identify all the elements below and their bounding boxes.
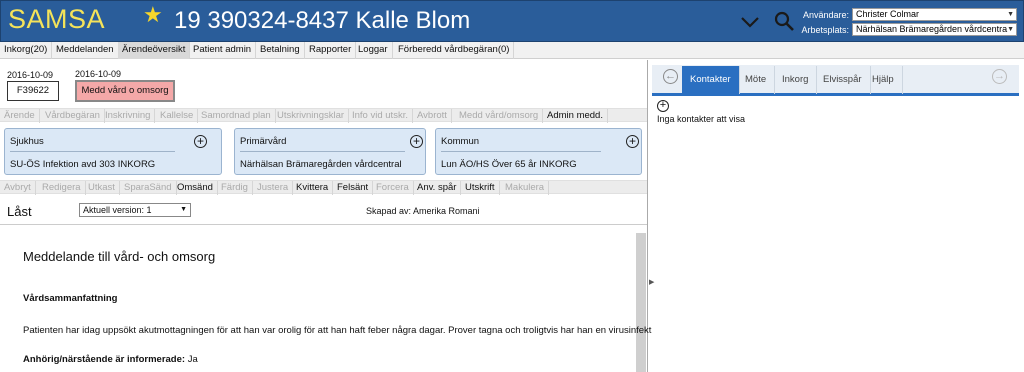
chevron-down-icon[interactable]	[739, 11, 761, 33]
tb-sparasand[interactable]: SparaSänd	[120, 181, 177, 195]
empty-contacts-text: Inga kontakter att visa	[657, 114, 746, 124]
divider	[10, 151, 175, 152]
dropdown-arrow-icon: ▼	[1007, 26, 1014, 33]
informed-value: Ja	[187, 354, 198, 365]
tb-avbrott[interactable]: Avbrott	[413, 109, 452, 123]
tb-utskrift[interactable]: Utskrift	[461, 181, 500, 195]
tb-inskrivning[interactable]: Inskrivning	[101, 109, 156, 123]
menu-inkorg[interactable]: Inkorg(20)	[0, 42, 53, 59]
tb-medd-vard-omsorg[interactable]: Medd vård/omsorg	[455, 109, 544, 123]
add-contact-icon[interactable]: +	[657, 100, 669, 112]
section-heading: Vårdsammanfattning	[23, 293, 118, 304]
card-value: Lun ÄO/HS Över 65 år INKORG	[441, 159, 577, 170]
card-title: Primärvård	[240, 136, 287, 147]
menu-forberedd-vardbegaran[interactable]: Förberedd vårdbegäran(0)	[394, 42, 515, 59]
add-circle-icon[interactable]: +	[626, 135, 639, 148]
version-select[interactable]: Aktuell version: 1 ▼	[79, 203, 191, 217]
tb-utskrivningsklar[interactable]: Utskrivningsklar	[273, 109, 350, 123]
divider	[441, 151, 601, 152]
menu-meddelanden[interactable]: Meddelanden	[52, 42, 119, 59]
menu-arendeoversikt[interactable]: Ärendeöversikt	[118, 42, 191, 59]
card-primarvard: Primärvård Närhälsan Brämaregården vårdc…	[234, 128, 426, 175]
tb-makulera[interactable]: Makulera	[501, 181, 550, 195]
card-title: Sjukhus	[10, 136, 44, 147]
message-toolbar: Avbryt Redigera Utkast SparaSänd Omsänd …	[0, 180, 647, 195]
workplace-select[interactable]: Närhälsan Brämaregården vårdcentra ▼	[852, 23, 1017, 36]
card-value: Närhälsan Brämaregården vårdcentral	[240, 159, 402, 170]
tb-justera[interactable]: Justera	[253, 181, 294, 195]
divider	[240, 151, 405, 152]
tb-felsant[interactable]: Felsänt	[333, 181, 374, 195]
user-select[interactable]: Christer Colmar ▼	[852, 8, 1017, 21]
workplace-value: Närhälsan Brämaregården vårdcentra	[856, 24, 1008, 34]
menu-patient-admin[interactable]: Patient admin	[189, 42, 257, 59]
menu-loggar[interactable]: Loggar	[354, 42, 393, 59]
tab-kontakter[interactable]: Kontakter	[682, 66, 740, 94]
workplace-label: Arbetsplats:	[801, 25, 849, 35]
dropdown-arrow-icon: ▼	[1007, 11, 1014, 18]
case-date-2: 2016-10-09	[75, 69, 122, 79]
version-value: Aktuell version: 1	[83, 205, 152, 215]
document-state: Låst	[7, 204, 32, 219]
tb-info-vid-utskr[interactable]: Info vid utskr.	[348, 109, 413, 123]
add-circle-icon[interactable]: +	[194, 135, 207, 148]
star-icon[interactable]: ★	[143, 2, 163, 28]
patient-title: 19 390324-8437 Kalle Blom	[174, 7, 471, 34]
tb-utkast[interactable]: Utkast	[84, 181, 120, 195]
menu-rapporter[interactable]: Rapporter	[305, 42, 357, 59]
tab-elvisspar[interactable]: Elvisspår	[815, 66, 871, 94]
user-value: Christer Colmar	[856, 9, 920, 19]
card-value: SU-ÖS Infektion avd 303 INKORG	[10, 159, 156, 170]
tb-samordnad-plan[interactable]: Samordnad plan	[197, 109, 276, 123]
tab-inkorg[interactable]: Inkorg	[774, 66, 818, 94]
app-logo: SAMSA	[8, 4, 106, 34]
forward-arrow-icon[interactable]: →	[992, 69, 1007, 84]
informed-label: Anhörig/närstående är informerade:	[23, 354, 186, 365]
case-toolbar: Ärende Vårdbegäran Inskrivning Kallelse …	[0, 108, 647, 123]
document-title: Meddelande till vård- och omsorg	[23, 249, 216, 264]
user-label: Användare:	[802, 10, 849, 20]
tb-omsand[interactable]: Omsänd	[173, 181, 218, 195]
dropdown-arrow-icon: ▼	[180, 206, 187, 213]
tb-admin-medd[interactable]: Admin medd.	[543, 109, 608, 123]
tb-forcera[interactable]: Forcera	[372, 181, 414, 195]
tb-redigera[interactable]: Redigera	[38, 181, 86, 195]
tb-vardbegaran[interactable]: Vårdbegäran	[41, 109, 105, 123]
case-id-box[interactable]: F39622	[7, 81, 59, 101]
side-panel	[652, 60, 1024, 372]
tb-kallelse[interactable]: Kallelse	[156, 109, 199, 123]
tb-fardig[interactable]: Färdig	[217, 181, 253, 195]
card-title: Kommun	[441, 136, 480, 147]
back-arrow-icon[interactable]: ←	[663, 69, 678, 84]
case-status-button[interactable]: Medd vård o omsorg	[75, 80, 175, 102]
created-by: Skapad av: Amerika Romani	[366, 206, 480, 216]
tab-mote[interactable]: Möte	[737, 66, 776, 94]
tab-hjalp[interactable]: Hjälp	[864, 66, 903, 94]
tb-arende[interactable]: Ärende	[0, 109, 40, 123]
document-scrollbar[interactable]	[636, 233, 646, 372]
section-text: Patienten har idag uppsökt akutmottagnin…	[23, 325, 667, 336]
tb-kvittera[interactable]: Kvittera	[292, 181, 334, 195]
tb-avbryt[interactable]: Avbryt	[0, 181, 36, 195]
app-header: SAMSA ★ 19 390324-8437 Kalle Blom Använd…	[0, 0, 1024, 42]
collapse-arrow-icon[interactable]: ▶	[649, 278, 654, 286]
tb-anv-spar[interactable]: Anv. spår	[413, 181, 462, 195]
document-header: Låst Aktuell version: 1 ▼ Skapad av: Ame…	[0, 197, 647, 225]
card-kommun: Kommun Lun ÄO/HS Över 65 år INKORG +	[435, 128, 642, 175]
menu-betalning[interactable]: Betalning	[256, 42, 305, 59]
card-sjukhus: Sjukhus SU-ÖS Infektion avd 303 INKORG +	[4, 128, 222, 175]
main-menu: Inkorg(20) Meddelanden Ärendeöversikt Pa…	[0, 42, 1024, 59]
case-date-1: 2016-10-09	[7, 70, 54, 80]
informed-row: Anhörig/närstående är informerade: Ja	[23, 354, 198, 365]
add-circle-icon[interactable]: +	[410, 135, 423, 148]
